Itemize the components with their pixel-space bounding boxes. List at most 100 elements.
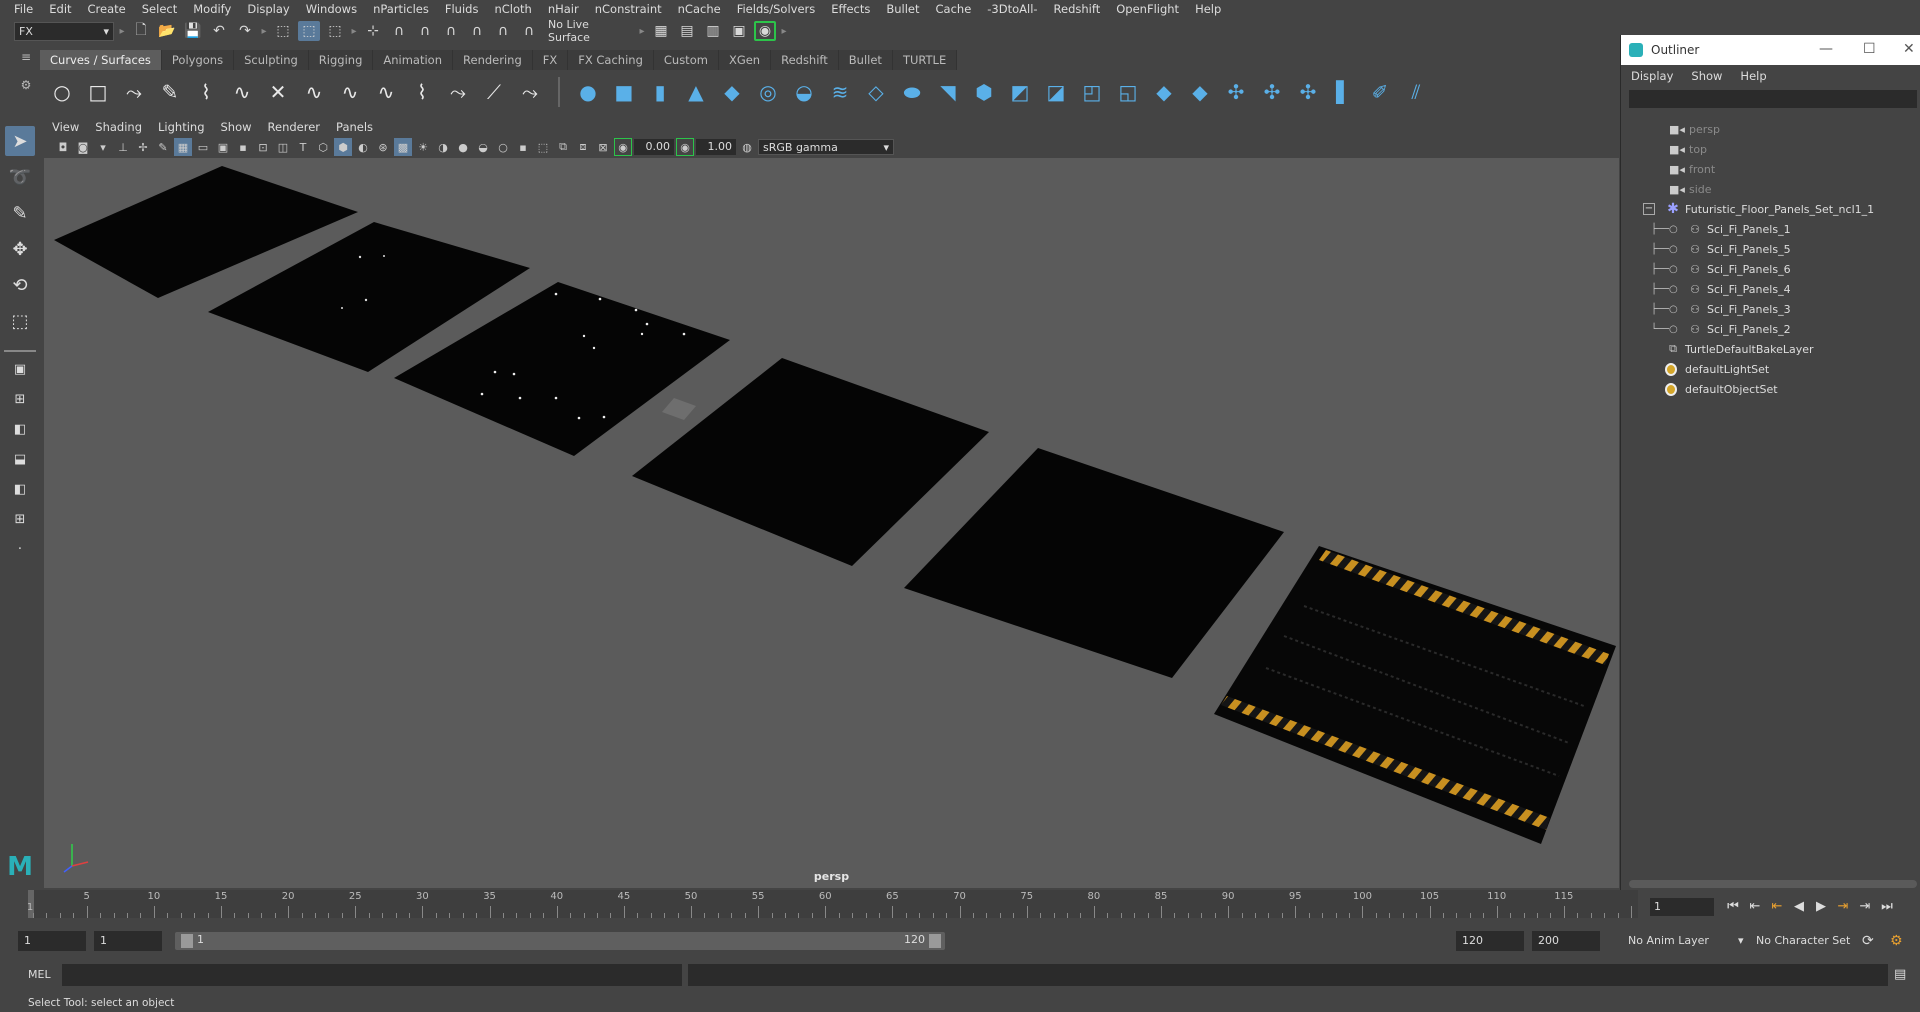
panel-menu-show[interactable]: Show [213, 120, 260, 136]
ipr-render-icon[interactable]: ▥ [702, 21, 724, 41]
untrim-icon[interactable]: ◱ [1114, 78, 1142, 106]
tab-fx[interactable]: FX [532, 50, 569, 70]
camera-attributes-icon[interactable]: ◙ [74, 138, 92, 156]
curve-rebuild-icon[interactable]: ⤳ [444, 78, 472, 106]
floor-panel-mesh[interactable] [632, 358, 989, 566]
curve-cut-icon[interactable]: ∿ [336, 78, 364, 106]
snap-curve-icon[interactable]: ∩ [388, 21, 410, 41]
outliner-item[interactable]: ■◂ persp [1621, 119, 1920, 139]
script-editor-icon[interactable]: ▤ [1894, 967, 1906, 982]
screen-space-ao-icon[interactable]: ● [454, 138, 472, 156]
outliner-item[interactable]: ├──○ ⚇ Sci_Fi_Panels_5 [1621, 239, 1920, 259]
curve-intersect-icon[interactable]: ✕ [264, 78, 292, 106]
outliner-item[interactable]: ├──○ ⚇ Sci_Fi_Panels_6 [1621, 259, 1920, 279]
snap-live-icon[interactable]: ∩ [518, 21, 540, 41]
outliner-item[interactable]: ■◂ top [1621, 139, 1920, 159]
bezier-curve-icon[interactable]: ∿ [228, 78, 256, 106]
shelf-options-handle[interactable]: ≡ ⚙ [16, 50, 36, 110]
auto-key-icon[interactable]: ⟳ [1862, 931, 1874, 951]
nurbs-cube-icon[interactable]: ■ [610, 78, 638, 106]
minimize-icon[interactable]: — [1819, 41, 1833, 57]
snap-point-icon[interactable]: ∩ [414, 21, 436, 41]
tab-rendering[interactable]: Rendering [453, 50, 533, 70]
menu-display[interactable]: Display [239, 2, 297, 16]
panel-menu-panels[interactable]: Panels [328, 120, 381, 136]
hypershade-icon[interactable]: ◉ [754, 21, 776, 41]
curve-extend-icon[interactable]: ∿ [372, 78, 400, 106]
range-end-handle[interactable] [929, 934, 941, 948]
menu-help[interactable]: Help [1187, 2, 1229, 16]
trim-tool-icon[interactable]: ◰ [1078, 78, 1106, 106]
outliner-group-item[interactable]: − ✱ Futuristic_Floor_Panels_Set_ncl1_1 [1621, 199, 1920, 219]
curve-attach-icon[interactable]: ⤳ [516, 78, 544, 106]
anti-aliasing-icon[interactable]: ○ [494, 138, 512, 156]
time-slider[interactable]: 1 5 10 15 20 25 30 35 40 45 50 55 60 65 70 75 80 85 90 95 1… [27, 890, 1638, 918]
select-object-icon[interactable]: ⬚ [298, 21, 320, 41]
outliner-item[interactable]: defaultObjectSet [1621, 379, 1920, 399]
nurbs-sphere-icon[interactable]: ● [574, 78, 602, 106]
script-language-toggle[interactable]: MEL [28, 968, 51, 981]
motion-blur-icon[interactable]: ◒ [474, 138, 492, 156]
menu-windows[interactable]: Windows [298, 2, 365, 16]
make-live-icon[interactable]: ∩ [492, 21, 514, 41]
bevel-plus-icon[interactable]: ⬢ [970, 78, 998, 106]
lasso-tool-icon[interactable]: ➰ [5, 162, 35, 192]
surface-attach-icon[interactable]: ◆ [1150, 78, 1178, 106]
rotate-tool-icon[interactable]: ⟲ [5, 270, 35, 300]
panel-menu-lighting[interactable]: Lighting [150, 120, 212, 136]
gate-mask-icon[interactable]: ▪ [234, 138, 252, 156]
tab-curves-surfaces[interactable]: Curves / Surfaces [40, 50, 162, 70]
menu-nparticles[interactable]: nParticles [365, 2, 437, 16]
default-material-icon[interactable]: ◐ [354, 138, 372, 156]
nurbs-torus-icon[interactable]: ◎ [754, 78, 782, 106]
tab-animation[interactable]: Animation [373, 50, 454, 70]
panel-menu-shading[interactable]: Shading [87, 120, 150, 136]
select-hierarchy-icon[interactable]: ⬚ [272, 21, 294, 41]
exposure-icon[interactable]: ◉ [614, 138, 632, 156]
two-d-pan-zoom-icon[interactable]: ✢ [134, 138, 152, 156]
color-management-icon[interactable]: ◍ [738, 138, 756, 156]
curve-fillet-icon[interactable]: ∿ [300, 78, 328, 106]
stitch-icon[interactable]: ✣ [1294, 78, 1322, 106]
outliner-item[interactable]: └──○ ⚇ Sci_Fi_Panels_2 [1621, 319, 1920, 339]
insert-isoparm-icon[interactable]: ✣ [1222, 78, 1250, 106]
floor-panel-mesh[interactable] [904, 448, 1284, 678]
render-view-icon[interactable]: ▣ [728, 21, 750, 41]
menu-file[interactable]: File [6, 2, 41, 16]
menu-modify[interactable]: Modify [185, 2, 239, 16]
xray-icon[interactable]: ⧉ [554, 138, 572, 156]
outliner-menu-display[interactable]: Display [1631, 69, 1673, 83]
close-icon[interactable]: ✕ [1903, 41, 1915, 57]
outliner-item[interactable]: defaultLightSet [1621, 359, 1920, 379]
curve-reverse-icon[interactable]: ⟋ [480, 78, 508, 106]
step-back-frame-icon[interactable]: ⇤ [1746, 896, 1764, 916]
planar-icon[interactable]: ◇ [862, 78, 890, 106]
outliner-item[interactable]: ├──○ ⚇ Sci_Fi_Panels_1 [1621, 219, 1920, 239]
nurbs-square-icon[interactable]: □ [84, 78, 112, 106]
pencil-curve-icon[interactable]: ✎ [156, 78, 184, 106]
animation-end-field[interactable]: 200 [1532, 931, 1600, 951]
panel-menu-renderer[interactable]: Renderer [260, 120, 329, 136]
field-chart-icon[interactable]: ⊡ [254, 138, 272, 156]
surface-editing-icon[interactable]: ✐ [1366, 78, 1394, 106]
menu-fields-solvers[interactable]: Fields/Solvers [729, 2, 824, 16]
menu-openflight[interactable]: OpenFlight [1108, 2, 1187, 16]
outliner-item[interactable]: ⧉ TurtleDefaultBakeLayer [1621, 339, 1920, 359]
step-forward-key-icon[interactable]: ⇥ [1834, 896, 1852, 916]
surface-fillet-icon[interactable]: ✣ [1258, 78, 1286, 106]
play-backwards-icon[interactable]: ◀ [1790, 896, 1808, 916]
hypershade-persp-layout-icon[interactable]: ◧ [5, 476, 35, 502]
go-to-start-icon[interactable]: ⏮ [1724, 896, 1742, 916]
exposure-field[interactable]: 0.00 [634, 139, 674, 155]
tab-redshift[interactable]: Redshift [771, 50, 839, 70]
smooth-shade-icon[interactable]: ⬢ [334, 138, 352, 156]
menu-fluids[interactable]: Fluids [437, 2, 487, 16]
play-forwards-icon[interactable]: ▶ [1812, 896, 1830, 916]
view-transform-dropdown[interactable]: sRGB gamma ▾ [758, 139, 894, 155]
menu-ncache[interactable]: nCache [670, 2, 729, 16]
range-start-handle[interactable] [181, 934, 193, 948]
tab-fx-caching[interactable]: FX Caching [568, 50, 654, 70]
new-scene-icon[interactable]: 🗋 [130, 21, 152, 41]
square-surface-icon[interactable]: ◪ [1042, 78, 1070, 106]
gamma-field[interactable]: 1.00 [696, 139, 736, 155]
